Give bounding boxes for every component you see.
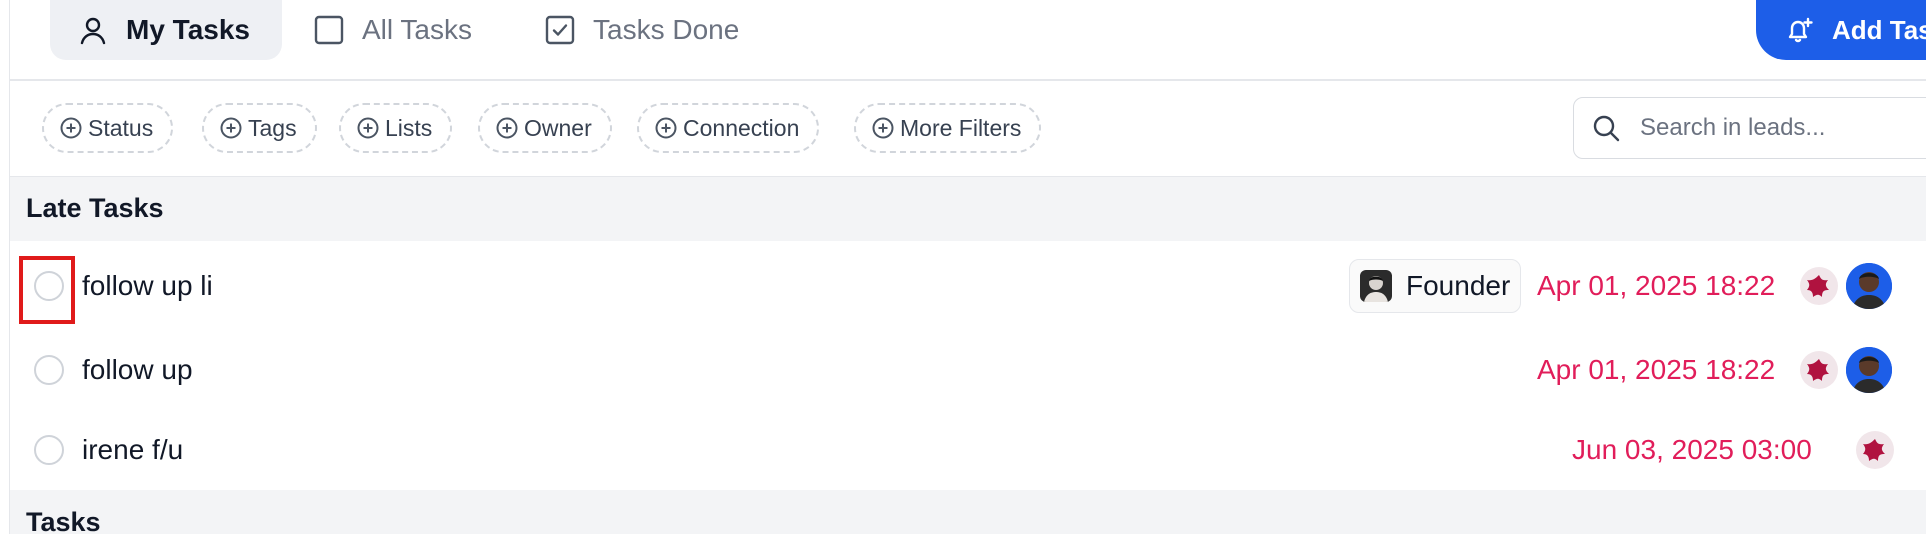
filter-tags-label: Tags xyxy=(248,114,297,141)
square-icon xyxy=(314,15,344,45)
task-due-date: Apr 01, 2025 18:22 xyxy=(1537,354,1776,385)
section-header-tasks: Tasks xyxy=(10,490,1926,537)
bell-plus-icon xyxy=(1784,15,1814,45)
tab-all-tasks-label: All Tasks xyxy=(362,14,472,45)
plus-circle-icon xyxy=(496,117,518,139)
filter-status[interactable]: Status xyxy=(42,103,174,153)
filter-lists[interactable]: Lists xyxy=(339,103,453,153)
owner-avatar[interactable] xyxy=(1846,263,1892,309)
checkbox-checked-icon xyxy=(545,15,575,45)
plus-circle-icon xyxy=(872,117,894,139)
lead-avatar xyxy=(1360,270,1392,302)
task-title: follow up xyxy=(82,354,193,385)
section-header-late-tasks: Late Tasks xyxy=(10,177,1926,241)
task-title: follow up li xyxy=(82,270,213,301)
section-title-late-tasks: Late Tasks xyxy=(26,193,164,223)
section-title-tasks: Tasks xyxy=(26,507,101,537)
plus-circle-icon xyxy=(357,117,379,139)
tab-my-tasks-label: My Tasks xyxy=(126,14,250,45)
lead-tag-label: Founder xyxy=(1406,270,1511,301)
highlight-box xyxy=(19,256,75,324)
priority-icon xyxy=(1800,267,1838,305)
add-task-label: Add Task xyxy=(1832,14,1926,45)
priority-icon xyxy=(1856,431,1894,469)
filter-owner-label: Owner xyxy=(524,114,592,141)
search-box xyxy=(1573,97,1926,159)
owner-avatar[interactable] xyxy=(1846,347,1892,393)
user-icon xyxy=(78,15,108,45)
tasks-tab-bar: My Tasks All Tasks Tasks Done Add Task xyxy=(10,0,1926,81)
filter-lists-label: Lists xyxy=(385,114,433,141)
task-title: irene f/u xyxy=(82,434,184,465)
filter-status-label: Status xyxy=(88,114,154,141)
filter-more-filters-label: More Filters xyxy=(900,114,1022,141)
filter-connection-label: Connection xyxy=(683,114,800,141)
search-input[interactable] xyxy=(1640,114,1900,142)
filter-more-filters[interactable]: More Filters xyxy=(854,103,1042,153)
left-divider xyxy=(0,0,10,534)
task-complete-checkbox[interactable] xyxy=(34,435,64,465)
task-row[interactable]: follow up li Founder Apr 01, 2025 18:22 xyxy=(10,246,1926,326)
task-complete-checkbox[interactable] xyxy=(34,355,64,385)
filter-bar: Status Tags Lists Owner Connection More … xyxy=(10,80,1926,177)
task-row[interactable]: follow up Apr 01, 2025 18:22 xyxy=(10,330,1926,410)
task-row[interactable]: irene f/u Jun 03, 2025 03:00 xyxy=(10,410,1926,490)
filter-connection[interactable]: Connection xyxy=(637,103,820,153)
task-due-date: Jun 03, 2025 03:00 xyxy=(1572,434,1812,465)
task-due-date: Apr 01, 2025 18:22 xyxy=(1537,270,1776,301)
tab-my-tasks[interactable]: My Tasks xyxy=(50,0,282,60)
tab-all-tasks[interactable]: All Tasks xyxy=(314,0,472,60)
plus-circle-icon xyxy=(655,117,677,139)
add-task-button[interactable]: Add Task xyxy=(1756,0,1926,60)
lead-tag-badge[interactable]: Founder xyxy=(1349,259,1521,313)
plus-circle-icon xyxy=(60,117,82,139)
filter-tags[interactable]: Tags xyxy=(202,103,317,153)
priority-icon xyxy=(1800,351,1838,389)
plus-circle-icon xyxy=(220,117,242,139)
tab-tasks-done[interactable]: Tasks Done xyxy=(545,0,739,60)
filter-owner[interactable]: Owner xyxy=(478,103,612,153)
tab-tasks-done-label: Tasks Done xyxy=(593,14,740,45)
search-icon xyxy=(1592,114,1620,142)
